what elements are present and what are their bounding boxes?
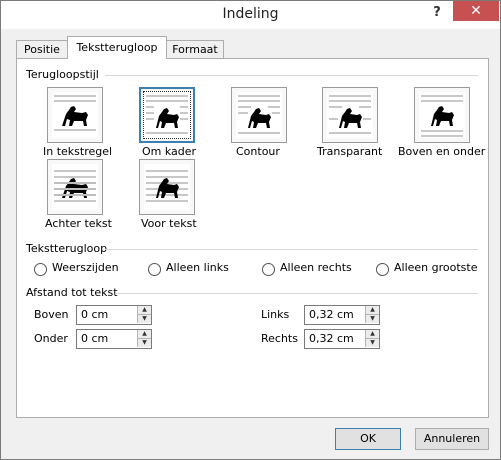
spin-up-icon[interactable]: ▲ [137,306,151,315]
wrap-option-label-square: Om kader [142,145,197,158]
tab-tekstterugloop[interactable]: Tekstterugloop [67,36,167,59]
distance-left-spinner[interactable]: 0,32 cm ▲ ▼ [304,305,380,325]
distance-top-value[interactable]: 0 cm [81,308,108,321]
radio-circle[interactable] [148,263,161,276]
wrap-option-label-through: Transparant [317,145,383,158]
wrap-option-in-line[interactable] [47,87,103,143]
section-heading-wrap-style: Terugloopstijl [26,68,99,81]
spin-down-icon[interactable]: ▼ [365,315,379,323]
distance-bottom-spinner[interactable]: 0 cm ▲ ▼ [76,329,152,349]
spin-up-icon[interactable]: ▲ [365,330,379,339]
wrap-option-in-front[interactable] [139,159,195,215]
wrap-option-label-tight: Contour [236,145,280,158]
wrap-option-label-behind-text: Achter tekst [45,217,112,230]
wrap-option-tight[interactable] [231,87,287,143]
distance-right-spinner[interactable]: 0,32 cm ▲ ▼ [304,329,380,349]
radio-circle[interactable] [34,263,47,276]
radio-label: Weerszijden [52,261,119,274]
distance-left-value[interactable]: 0,32 cm [309,308,354,321]
wrap-option-through[interactable] [322,87,378,143]
radio-label: Alleen links [166,261,229,274]
radio-circle[interactable] [262,263,275,276]
wrap-option-label-in-front: Voor tekst [141,217,197,230]
tab-positie[interactable]: Positie [16,40,68,59]
title-bar: Indeling ? ✕ [1,1,500,29]
spin-down-icon[interactable]: ▼ [365,339,379,347]
spin-down-icon[interactable]: ▼ [137,339,151,347]
spin-up-icon[interactable]: ▲ [365,306,379,315]
cancel-button[interactable]: Annuleren [415,428,489,450]
distance-top-spinner[interactable]: 0 cm ▲ ▼ [76,305,152,325]
spin-down-icon[interactable]: ▼ [137,315,151,323]
separator [115,293,478,294]
radio-circle[interactable] [376,263,389,276]
tab-formaat[interactable]: Formaat [166,40,224,59]
separator [105,75,478,76]
radio-label: Alleen grootste [394,261,478,274]
tab-panel: Terugloopstijl In tekstregel Om kader Co… [16,58,489,418]
distance-bottom-label: Onder [34,332,68,345]
distance-right-label: Rechts [261,332,298,345]
section-heading-wrap-text: Tekstterugloop [26,242,108,255]
wrap-option-top-bottom[interactable] [414,87,470,143]
radio-label: Alleen rechts [280,261,352,274]
close-button[interactable]: ✕ [453,1,499,21]
spin-up-icon[interactable]: ▲ [137,330,151,339]
ok-button[interactable]: OK [335,428,401,450]
wrap-option-label-top-bottom: Boven en onder [398,145,486,158]
section-heading-distance: Afstand tot tekst [26,286,118,299]
distance-top-label: Boven [34,308,69,321]
distance-left-label: Links [261,308,290,321]
distance-bottom-value[interactable]: 0 cm [81,332,108,345]
separator [105,249,478,250]
wrap-option-behind-text[interactable] [47,159,103,215]
wrap-option-square[interactable] [139,87,195,143]
help-button[interactable]: ? [426,3,448,23]
layout-dialog: Indeling ? ✕ Positie Tekstterugloop Form… [0,0,501,460]
wrap-option-label-in-line: In tekstregel [43,145,113,158]
distance-right-value[interactable]: 0,32 cm [309,332,354,345]
